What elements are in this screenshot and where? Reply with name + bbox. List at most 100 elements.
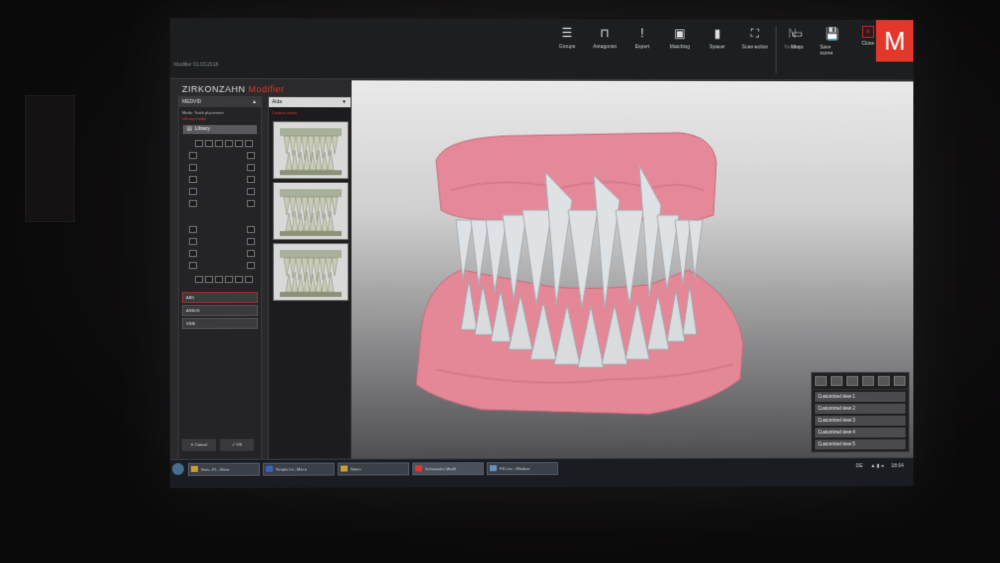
mode-label: Mode: Tooth placement — [181, 110, 224, 116]
modifier-icon — [415, 465, 423, 472]
view-left-icon[interactable] — [846, 376, 859, 386]
tooth-box[interactable] — [188, 188, 197, 196]
collapse-icon: ▲ — [251, 99, 257, 106]
taskbar-item[interactable]: Notes — [337, 462, 410, 476]
tooth-box[interactable] — [234, 140, 243, 148]
section-sine[interactable]: SINE — [181, 317, 258, 329]
tooth-box[interactable] — [214, 140, 223, 148]
tooth-box[interactable] — [188, 226, 197, 234]
close-icon: ✕ — [862, 25, 875, 38]
tooth-box[interactable] — [244, 275, 253, 283]
tooth-box[interactable] — [246, 152, 255, 160]
groups-icon: ☰ — [561, 26, 573, 41]
tooth-box[interactable] — [204, 275, 213, 283]
taskbar-item-label: Scripts Ist - Micro — [275, 466, 307, 472]
tooth-box[interactable] — [246, 164, 255, 172]
menu-icon: ▭ — [791, 26, 803, 41]
chevron-down-icon: ▼ — [341, 99, 347, 106]
scan-action-icon: ⛶ — [750, 26, 760, 40]
tooth-box[interactable] — [214, 275, 223, 283]
taskbar-item[interactable]: Serv...FL - Brow — [187, 462, 260, 476]
system-tray: DE ▲ ▮ ◂ 18:04 — [856, 463, 904, 469]
view-right-icon[interactable] — [862, 375, 875, 386]
library-button[interactable]: ▤ Library — [182, 125, 257, 135]
customized-view-5-button[interactable]: Customized view 5 — [814, 439, 906, 450]
tooth-box[interactable] — [234, 275, 243, 283]
scan-action-button[interactable]: ⛶ Scan-action — [741, 26, 769, 51]
library-panel-header[interactable]: Aida ▼ — [268, 97, 351, 108]
save-icon: 💾 — [825, 26, 841, 41]
tooth-box[interactable] — [246, 200, 255, 208]
cancel-label: Cancel — [194, 441, 208, 447]
view-bottom-icon[interactable] — [893, 375, 906, 386]
tooth-box[interactable] — [246, 176, 255, 184]
tooth-box[interactable] — [188, 164, 197, 172]
spacer-label: Spacer — [709, 44, 726, 51]
customized-view-3-button[interactable]: Customized view 3 — [814, 415, 906, 426]
expert-label: Expert — [635, 44, 650, 51]
save-scene-label: Save scene — [819, 44, 834, 57]
tooth-box[interactable] — [224, 140, 233, 148]
tooth-box[interactable] — [204, 140, 213, 148]
custom-views-panel: Customized view 1 Customized view 2 Cust… — [811, 371, 910, 453]
menu-button[interactable]: ▭ Menu — [784, 26, 810, 74]
language-indicator[interactable]: DE — [856, 463, 863, 469]
customized-view-2-button[interactable]: Customized view 2 — [814, 403, 906, 414]
teeth-thumbnail-image — [274, 183, 349, 240]
tooth-box[interactable] — [188, 200, 197, 208]
tooth-box[interactable] — [188, 261, 197, 269]
antagonist-button[interactable]: ⊓ Antagonist — [591, 25, 619, 50]
groups-button[interactable]: ☰ Groups — [553, 25, 581, 50]
cancel-button[interactable]: ✕ Cancel — [181, 438, 216, 451]
section-abn[interactable]: ABN — [181, 291, 258, 303]
left-panel-title: MEDVID — [181, 99, 202, 106]
matching-button[interactable]: ▣ Matching — [666, 25, 694, 50]
tooth-box[interactable] — [246, 238, 255, 246]
antagonist-icon: ⊓ — [600, 26, 610, 41]
window-badge: Modifier 01.03.2018 — [173, 62, 219, 69]
tooth-box[interactable] — [188, 152, 197, 160]
tooth-box[interactable] — [244, 140, 253, 148]
tooth-box[interactable] — [224, 275, 233, 283]
library-note: Custom views — [271, 110, 297, 116]
customized-view-4-button[interactable]: Customized view 4 — [814, 427, 906, 438]
view-back-icon[interactable] — [830, 376, 843, 386]
matching-icon: ▣ — [674, 26, 686, 41]
teeth-thumbnail-image — [274, 122, 349, 179]
tooth-box[interactable] — [246, 261, 255, 269]
projected-screen: Modifier 01.03.2018 ☰ Groups ⊓ Antagonis… — [170, 18, 914, 488]
spacer-button[interactable]: ▮ Spacer — [704, 25, 732, 50]
ok-button[interactable]: ✓ OK — [219, 438, 254, 451]
start-button[interactable] — [171, 462, 184, 475]
tooth-selector-grid — [185, 138, 255, 288]
taskbar-item-label: Serv...FL - Brow — [200, 466, 230, 472]
tooth-box[interactable] — [188, 176, 197, 184]
tooth-box[interactable] — [246, 188, 255, 196]
tooth-box[interactable] — [188, 250, 197, 257]
library-thumbnail[interactable] — [272, 182, 349, 241]
view-top-icon[interactable] — [877, 375, 890, 386]
left-panel-header[interactable]: MEDVID ▲ — [178, 97, 261, 108]
library-thumbnail[interactable] — [272, 121, 349, 180]
brand-name: ZIRKONZAHN — [181, 84, 246, 95]
scan-action-label: Scan-action — [741, 44, 768, 51]
expert-button[interactable]: ! Expert — [628, 25, 656, 50]
tooth-box[interactable] — [246, 226, 255, 234]
library-panel: Aida ▼ Custom views — [267, 96, 352, 460]
tooth-box[interactable] — [246, 250, 255, 257]
close-label: Close — [861, 40, 875, 47]
save-scene-button[interactable]: 💾 Save scene — [820, 26, 846, 74]
taskbar-item[interactable]: Scripts Ist - Micro — [262, 462, 335, 476]
taskbar-item[interactable]: FS Lite - Window — [486, 462, 559, 476]
tooth-box[interactable] — [194, 275, 203, 283]
tooth-box[interactable] — [194, 140, 203, 148]
taskbar-item-active[interactable]: Zirkonzahn Modif — [412, 462, 484, 476]
section-arbus[interactable]: ARBUS — [181, 304, 258, 316]
customized-view-1-button[interactable]: Customized view 1 — [814, 391, 906, 402]
clock[interactable]: 18:04 — [891, 463, 903, 469]
tooth-box[interactable] — [188, 238, 197, 246]
expert-icon: ! — [640, 26, 644, 41]
library-thumbnail[interactable] — [272, 243, 349, 301]
view-front-icon[interactable] — [814, 376, 827, 386]
3d-viewport[interactable]: Customized view 1 Customized view 2 Cust… — [351, 80, 914, 460]
